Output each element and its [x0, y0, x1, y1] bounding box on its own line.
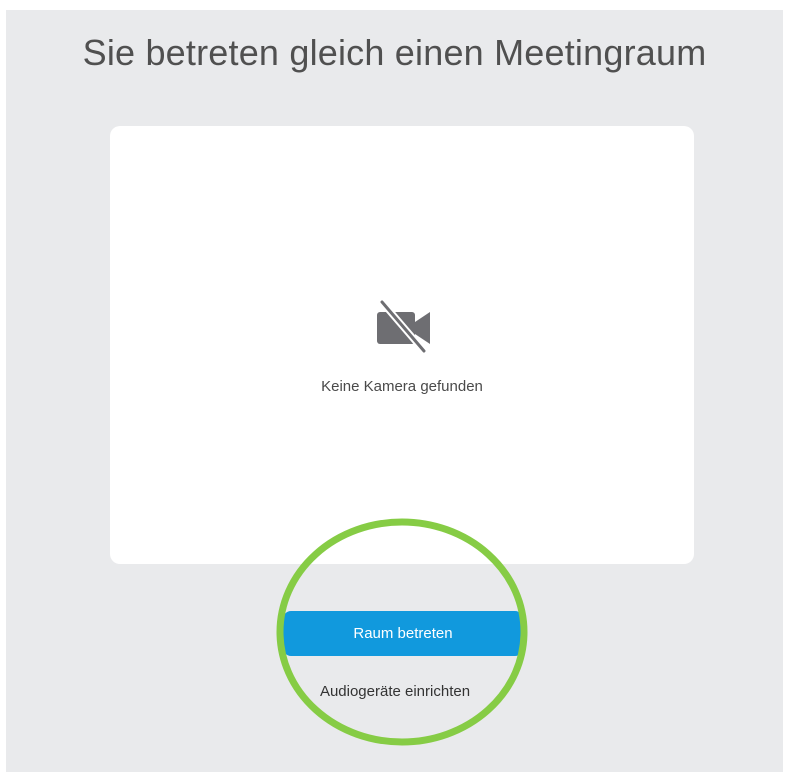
page-title: Sie betreten gleich einen Meetingraum	[82, 32, 707, 73]
camera-off-icon	[377, 298, 430, 354]
audio-setup-link[interactable]: Audiogeräte einrichten	[250, 683, 540, 700]
camera-preview: Keine Kamera gefunden	[110, 126, 694, 564]
join-room-button[interactable]: Raum betreten	[283, 611, 523, 656]
no-camera-message: Keine Kamera gefunden	[321, 378, 483, 395]
